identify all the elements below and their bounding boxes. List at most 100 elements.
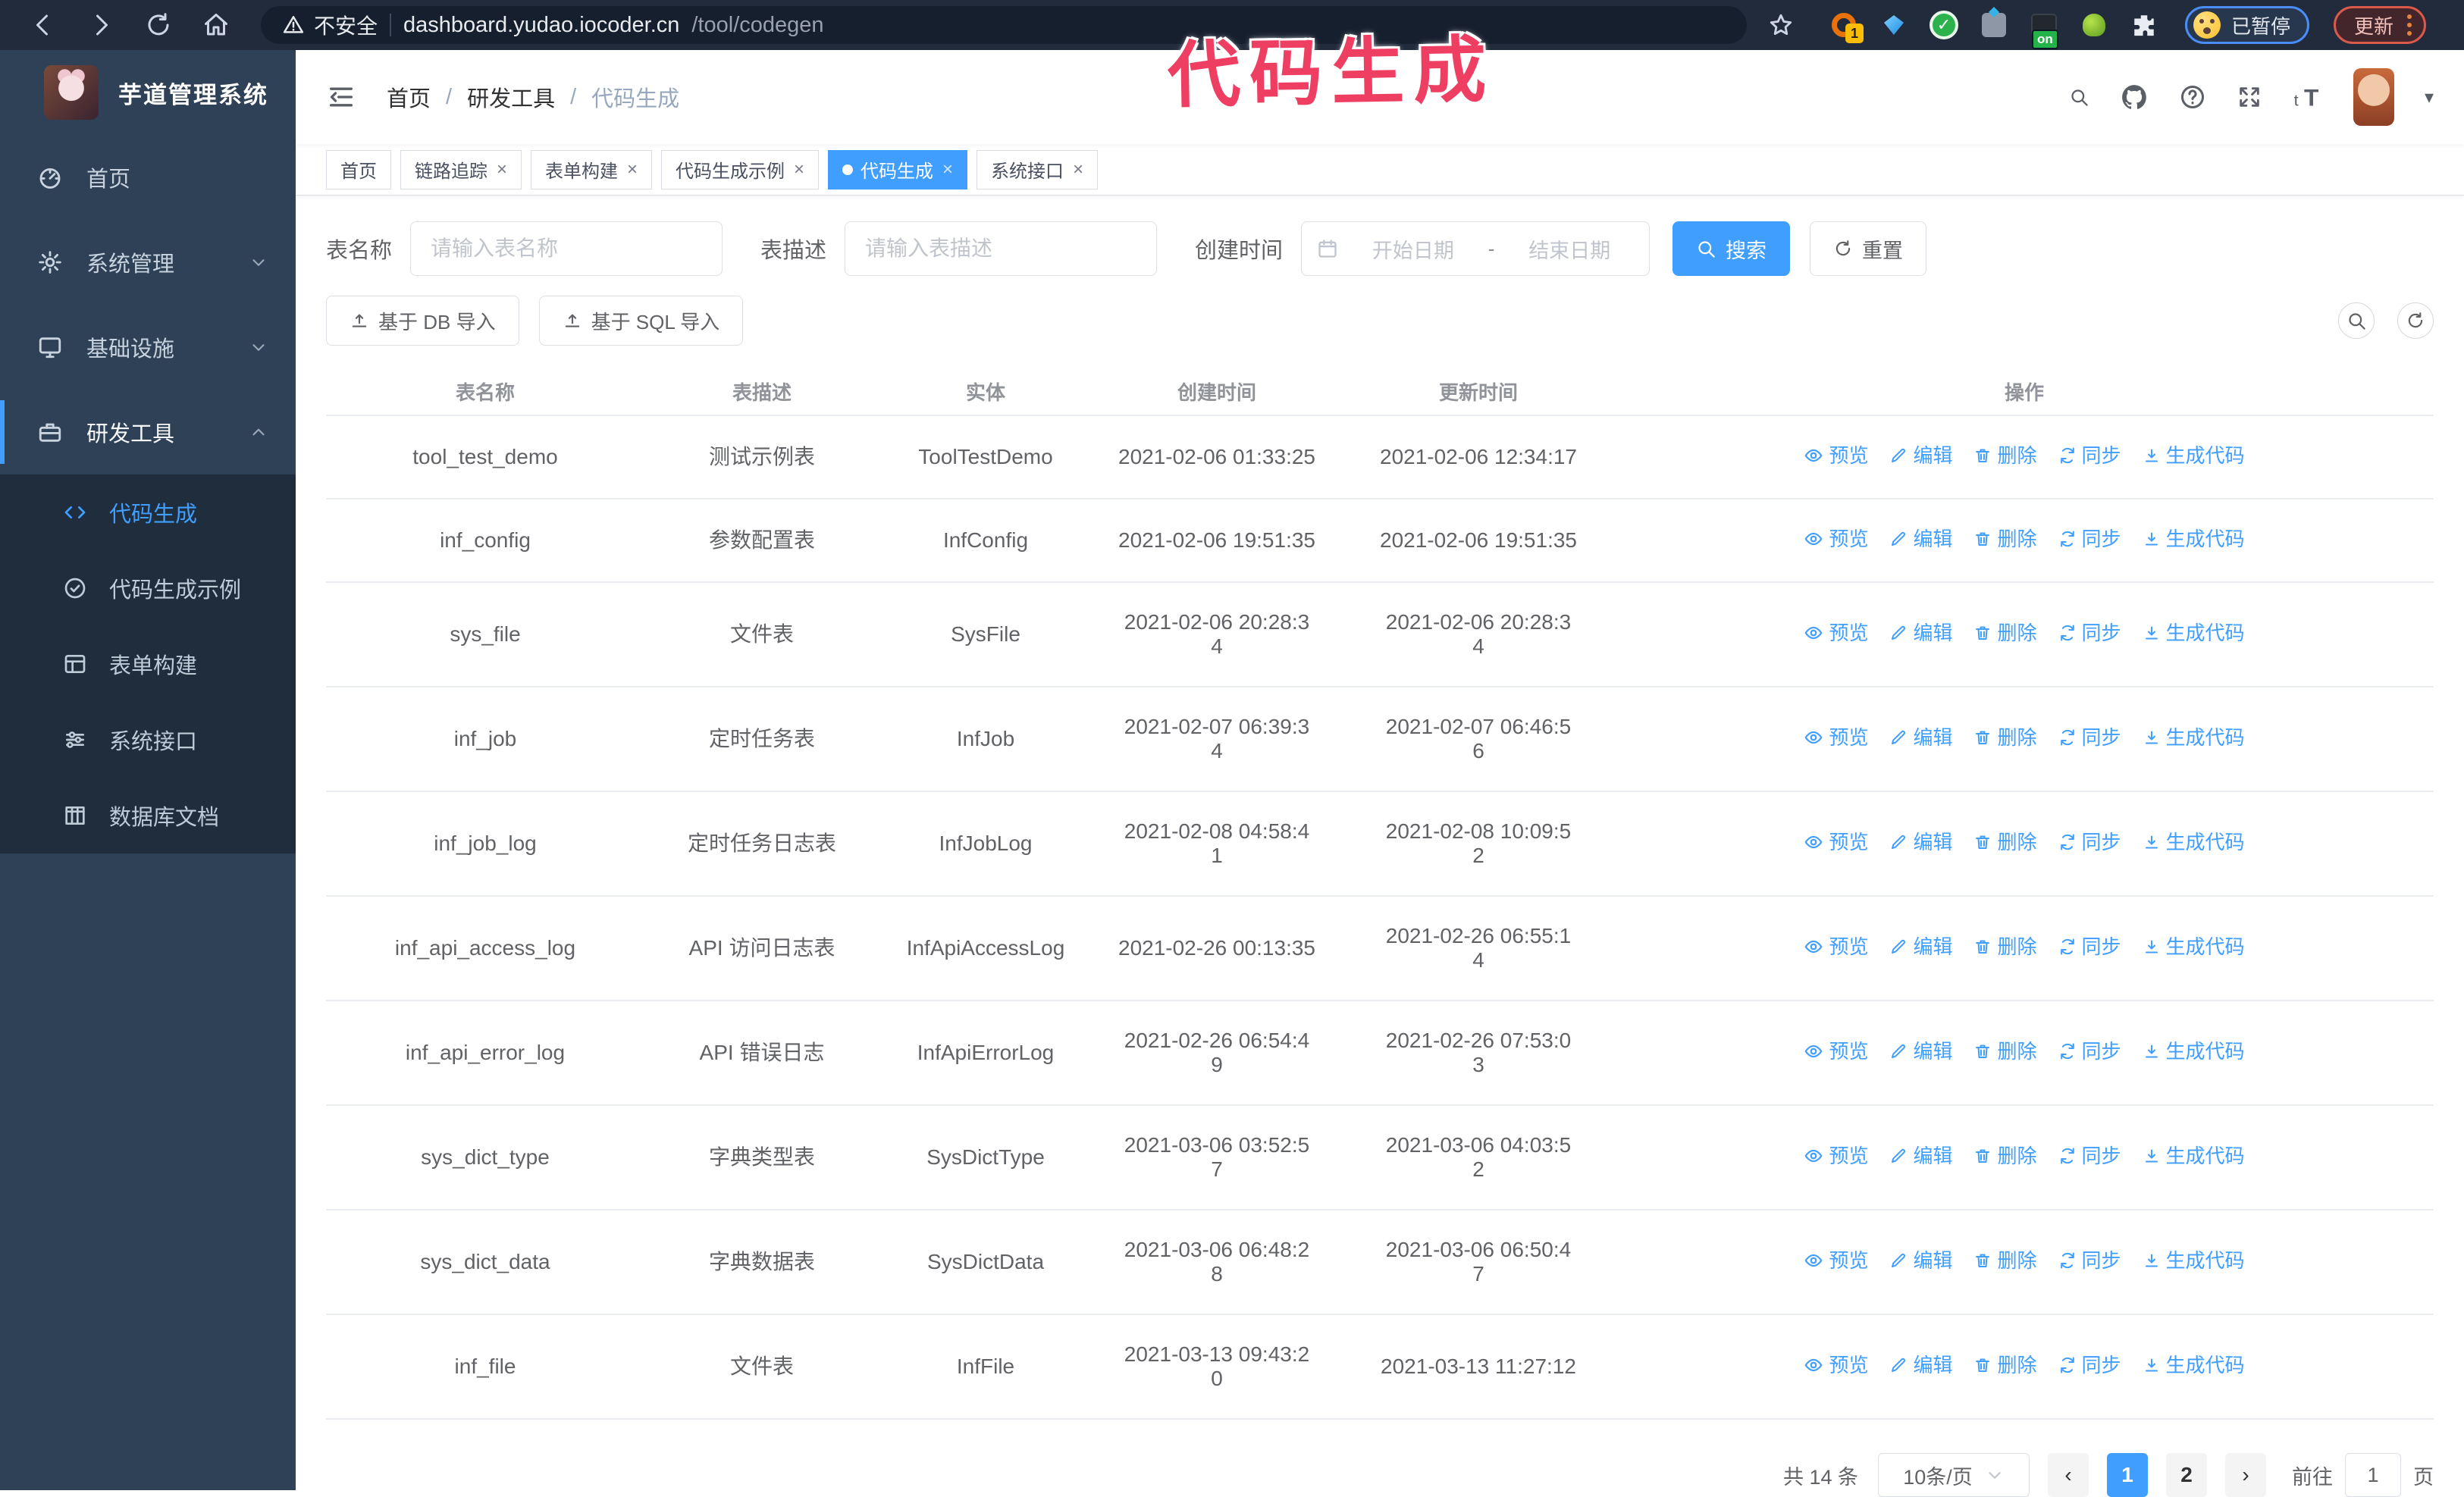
sidebar-item-devtools[interactable]: 研发工具 xyxy=(0,390,296,474)
extension-icon-key[interactable] xyxy=(2079,10,2109,40)
toggle-search-button[interactable] xyxy=(2338,302,2375,339)
close-icon[interactable]: × xyxy=(942,159,953,180)
goto-page-input[interactable] xyxy=(2345,1453,2401,1497)
action-sync-link[interactable]: 同步 xyxy=(2058,935,2121,959)
tab-tracing[interactable]: 链路追踪 × xyxy=(400,149,522,189)
action-generate-link[interactable]: 生成代码 xyxy=(2143,725,2245,750)
action-preview-link[interactable]: 预览 xyxy=(1804,1353,1868,1377)
action-generate-link[interactable]: 生成代码 xyxy=(2143,1353,2245,1377)
sidebar-item-infra[interactable]: 基础设施 xyxy=(0,305,296,390)
sidebar-item-home[interactable]: 首页 xyxy=(0,135,296,220)
action-generate-link[interactable]: 生成代码 xyxy=(2143,830,2245,854)
close-icon[interactable]: × xyxy=(794,159,804,180)
breadcrumb-home[interactable]: 首页 xyxy=(387,81,431,113)
action-generate-link[interactable]: 生成代码 xyxy=(2143,621,2245,645)
text-size-icon[interactable]: tT xyxy=(2293,82,2323,112)
action-generate-link[interactable]: 生成代码 xyxy=(2143,935,2245,959)
github-icon[interactable] xyxy=(2120,83,2149,111)
action-delete-link[interactable]: 删除 xyxy=(1973,527,2037,551)
action-preview-link[interactable]: 预览 xyxy=(1804,1144,1868,1168)
action-edit-link[interactable]: 编辑 xyxy=(1889,1248,1952,1273)
browser-home-button[interactable] xyxy=(193,5,240,45)
action-edit-link[interactable]: 编辑 xyxy=(1889,1144,1952,1168)
table-name-input[interactable] xyxy=(410,221,723,276)
search-button[interactable]: 搜索 xyxy=(1672,221,1791,276)
action-sync-link[interactable]: 同步 xyxy=(2058,725,2121,750)
browser-forward-button[interactable] xyxy=(77,5,124,45)
sidebar-item-system[interactable]: 系统管理 xyxy=(0,220,296,305)
action-sync-link[interactable]: 同步 xyxy=(2058,527,2121,551)
close-icon[interactable]: × xyxy=(1073,159,1083,180)
bookmark-star-icon[interactable] xyxy=(1757,5,1804,45)
extension-icon-gem[interactable] xyxy=(1879,10,1909,40)
action-delete-link[interactable]: 删除 xyxy=(1973,443,2037,468)
action-edit-link[interactable]: 编辑 xyxy=(1889,935,1952,959)
action-preview-link[interactable]: 预览 xyxy=(1804,830,1868,854)
help-icon[interactable] xyxy=(2179,83,2206,111)
extension-icon-orange[interactable]: 1 xyxy=(1829,10,1864,43)
page-button-2[interactable]: 2 xyxy=(2166,1453,2207,1497)
action-edit-link[interactable]: 编辑 xyxy=(1889,621,1952,645)
profile-paused-chip[interactable]: 已暂停 xyxy=(2185,6,2310,44)
tab-api[interactable]: 系统接口 × xyxy=(977,149,1099,189)
action-delete-link[interactable]: 删除 xyxy=(1973,725,2037,750)
next-page-button[interactable]: › xyxy=(2225,1453,2266,1497)
site-security-warning[interactable]: 不安全 xyxy=(282,10,378,40)
action-preview-link[interactable]: 预览 xyxy=(1804,725,1868,750)
action-generate-link[interactable]: 生成代码 xyxy=(2143,1248,2245,1273)
reset-button[interactable]: 重置 xyxy=(1810,221,1927,276)
browser-menu-icon[interactable] xyxy=(2407,14,2412,36)
action-preview-link[interactable]: 预览 xyxy=(1804,1039,1868,1063)
action-edit-link[interactable]: 编辑 xyxy=(1889,443,1952,468)
action-delete-link[interactable]: 删除 xyxy=(1973,935,2037,959)
fullscreen-icon[interactable] xyxy=(2237,84,2262,110)
extension-icon-gray[interactable] xyxy=(1979,10,2009,40)
close-icon[interactable]: × xyxy=(497,159,507,180)
action-edit-link[interactable]: 编辑 xyxy=(1889,725,1952,750)
action-preview-link[interactable]: 预览 xyxy=(1804,443,1868,468)
avatar-caret-icon[interactable]: ▾ xyxy=(2425,86,2434,108)
tab-codegen[interactable]: 代码生成 × xyxy=(828,149,968,189)
action-delete-link[interactable]: 删除 xyxy=(1973,830,2037,854)
action-sync-link[interactable]: 同步 xyxy=(2058,1144,2121,1168)
tab-form-builder[interactable]: 表单构建 × xyxy=(531,149,653,189)
action-preview-link[interactable]: 预览 xyxy=(1804,935,1868,959)
action-delete-link[interactable]: 删除 xyxy=(1973,1353,2037,1377)
action-sync-link[interactable]: 同步 xyxy=(2058,621,2121,645)
table-desc-input[interactable] xyxy=(845,221,1158,276)
extensions-puzzle-icon[interactable] xyxy=(2129,10,2159,40)
browser-reload-button[interactable] xyxy=(135,5,182,45)
sidebar-item-form-builder[interactable]: 表单构建 xyxy=(0,626,296,702)
sidebar-item-db-doc[interactable]: 数据库文档 xyxy=(0,778,296,853)
action-delete-link[interactable]: 删除 xyxy=(1973,1144,2037,1168)
action-sync-link[interactable]: 同步 xyxy=(2058,443,2121,468)
app-logo[interactable]: 芋道管理系统 xyxy=(0,50,296,135)
extension-icon-shield[interactable]: ✓ xyxy=(1929,10,1959,40)
user-avatar[interactable] xyxy=(2353,68,2394,126)
refresh-table-button[interactable] xyxy=(2397,302,2434,339)
action-edit-link[interactable]: 编辑 xyxy=(1889,830,1952,854)
sidebar-item-codegen-example[interactable]: 代码生成示例 xyxy=(0,550,296,626)
tab-home[interactable]: 首页 xyxy=(326,149,391,189)
import-sql-button[interactable]: 基于 SQL 导入 xyxy=(538,296,744,346)
action-preview-link[interactable]: 预览 xyxy=(1804,527,1868,551)
import-db-button[interactable]: 基于 DB 导入 xyxy=(326,296,519,346)
action-sync-link[interactable]: 同步 xyxy=(2058,1353,2121,1377)
date-range-picker[interactable]: 开始日期 - 结束日期 xyxy=(1301,221,1651,276)
action-sync-link[interactable]: 同步 xyxy=(2058,1248,2121,1273)
hamburger-icon[interactable] xyxy=(326,82,356,112)
action-generate-link[interactable]: 生成代码 xyxy=(2143,1144,2245,1168)
search-icon[interactable] xyxy=(2069,87,2089,108)
tab-codegen-example[interactable]: 代码生成示例 × xyxy=(661,149,820,189)
page-button-1[interactable]: 1 xyxy=(2107,1453,2148,1497)
action-sync-link[interactable]: 同步 xyxy=(2058,1039,2121,1063)
action-delete-link[interactable]: 删除 xyxy=(1973,1039,2037,1063)
action-preview-link[interactable]: 预览 xyxy=(1804,621,1868,645)
browser-update-button[interactable]: 更新 xyxy=(2334,6,2427,44)
prev-page-button[interactable]: ‹ xyxy=(2048,1453,2089,1497)
page-size-select[interactable]: 10条/页 xyxy=(1878,1453,2030,1497)
action-edit-link[interactable]: 编辑 xyxy=(1889,527,1952,551)
sidebar-item-codegen[interactable]: 代码生成 xyxy=(0,474,296,550)
action-edit-link[interactable]: 编辑 xyxy=(1889,1353,1952,1377)
sidebar-item-api[interactable]: 系统接口 xyxy=(0,702,296,778)
